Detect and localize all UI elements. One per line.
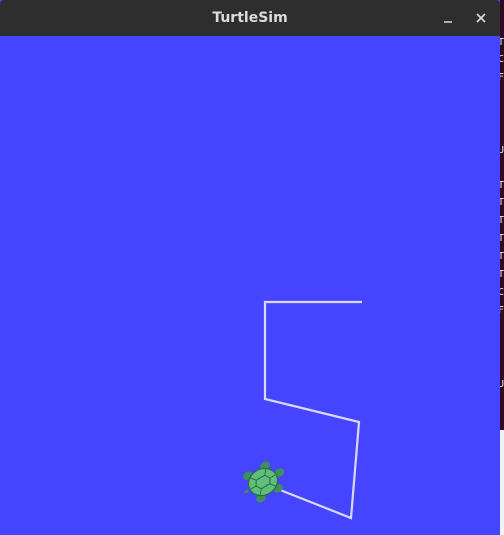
- close-icon: [476, 13, 486, 23]
- canvas-background: [0, 36, 500, 535]
- window-titlebar[interactable]: TurtleSim: [0, 0, 500, 36]
- close-button[interactable]: [469, 6, 493, 30]
- minimize-icon: [444, 21, 452, 23]
- minimize-button[interactable]: [436, 6, 460, 30]
- desktop: T C F U T T T T T T C F U TurtleSim: [0, 0, 504, 535]
- turtle-canvas[interactable]: [0, 36, 500, 535]
- window-title: TurtleSim: [212, 10, 288, 26]
- turtlesim-window: TurtleSim: [0, 0, 500, 535]
